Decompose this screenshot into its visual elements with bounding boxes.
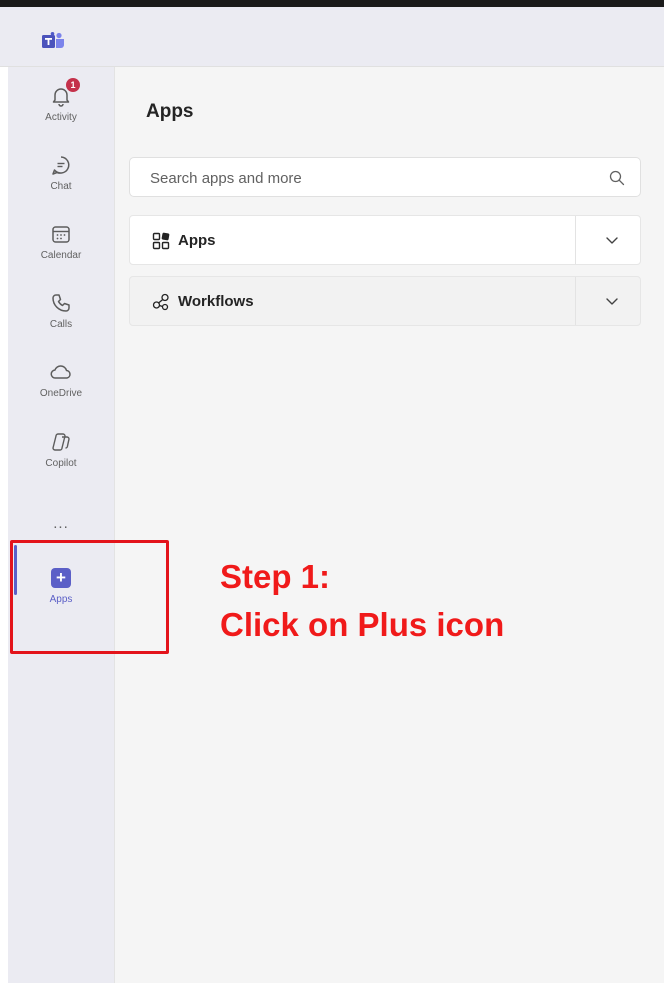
phone-icon <box>48 290 74 316</box>
section-divider <box>575 216 576 264</box>
teams-logo-icon <box>42 32 64 48</box>
rail-item-label: Activity <box>45 112 77 123</box>
apps-pane: Apps Search apps and more Apps Workflows <box>114 67 664 983</box>
rail-item-label: OneDrive <box>39 388 83 399</box>
workflows-icon <box>152 293 169 311</box>
rail-item-activity[interactable]: 1 Activity <box>8 75 114 137</box>
copilot-icon <box>48 429 74 455</box>
rail-item-label: Calendar <box>40 250 82 261</box>
rail-item-calendar[interactable]: Calendar <box>8 213 114 275</box>
calendar-icon <box>48 221 74 247</box>
rail-item-label: Copilot <box>45 458 77 469</box>
title-bar <box>0 7 664 67</box>
workflows-section[interactable]: Workflows <box>129 276 641 326</box>
section-divider <box>575 277 576 325</box>
annotation-text: Step 1: Click on Plus icon <box>220 553 504 649</box>
chevron-down-icon[interactable] <box>604 294 620 308</box>
window-left-edge <box>0 67 8 983</box>
annotation-step-line: Step 1: <box>220 558 331 595</box>
rail-item-onedrive[interactable]: OneDrive <box>8 351 114 413</box>
rail-item-label: Calls <box>49 319 73 330</box>
section-label: Apps <box>178 232 216 249</box>
rail-item-copilot[interactable]: Copilot <box>8 421 114 483</box>
more-apps-button[interactable]: ... <box>8 515 114 532</box>
annotation-instruction-line: Click on Plus icon <box>220 606 505 643</box>
search-placeholder: Search apps and more <box>150 170 302 187</box>
apps-section[interactable]: Apps <box>129 215 641 265</box>
search-icon[interactable] <box>608 169 626 187</box>
annotation-highlight-box <box>10 540 169 654</box>
search-input[interactable]: Search apps and more <box>129 157 641 197</box>
bell-icon: 1 <box>48 78 80 109</box>
section-label: Workflows <box>178 293 254 310</box>
notification-badge: 1 <box>66 78 80 92</box>
app-rail: 1 Activity Chat Calendar Calls OneDrive … <box>8 67 114 983</box>
page-title: Apps <box>146 101 194 122</box>
apps-grid-icon <box>152 232 170 250</box>
chat-icon <box>48 152 74 178</box>
window-top-border <box>0 0 664 7</box>
rail-item-calls[interactable]: Calls <box>8 282 114 344</box>
rail-item-chat[interactable]: Chat <box>8 144 114 206</box>
cloud-icon <box>48 359 74 385</box>
rail-item-label: Chat <box>50 181 72 192</box>
chevron-down-icon[interactable] <box>604 233 620 247</box>
